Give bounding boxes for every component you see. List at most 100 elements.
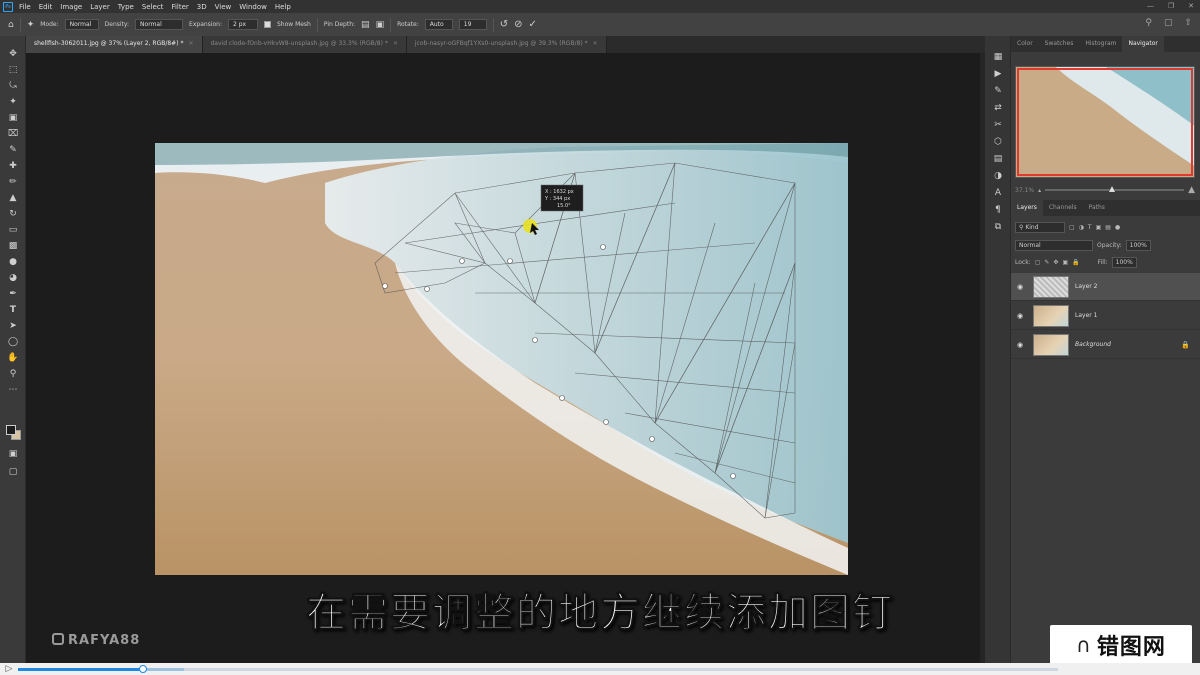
puppet-warp-tool-icon[interactable]: ✦ — [27, 20, 35, 30]
eyedropper-tool-icon[interactable]: ✎ — [0, 142, 26, 158]
remove-all-pins-icon[interactable]: ↺ — [500, 19, 508, 30]
clone-stamp-tool-icon[interactable]: ▲ — [0, 190, 26, 206]
menu-edit[interactable]: Edit — [39, 3, 53, 11]
kind-filter-select[interactable]: ⚲ Kind — [1015, 222, 1065, 233]
zoom-slider[interactable] — [1045, 186, 1185, 192]
search-icon[interactable]: ⚲ — [1145, 18, 1152, 28]
path-selection-tool-icon[interactable]: ➤ — [0, 318, 26, 334]
layer-row-layer-2[interactable]: ◉ Layer 2 — [1011, 273, 1200, 301]
tab-layers[interactable]: Layers — [1011, 200, 1043, 216]
menu-type[interactable]: Type — [118, 3, 134, 11]
filter-adjust-icon[interactable]: ◑ — [1079, 224, 1084, 231]
navigator-thumbnail[interactable] — [1015, 66, 1195, 178]
visibility-eye-icon[interactable]: ◉ — [1011, 312, 1029, 320]
layer-name[interactable]: Background — [1075, 341, 1111, 348]
rotate-select[interactable]: Auto — [424, 19, 453, 30]
close-tab-icon[interactable]: ✕ — [393, 40, 398, 47]
foreground-color-swatch[interactable] — [6, 425, 16, 435]
filter-toggle-icon[interactable]: ● — [1115, 224, 1120, 231]
properties-icon[interactable]: ⇄ — [985, 99, 1011, 116]
fill-input[interactable]: 100% — [1111, 257, 1137, 268]
crop-tool-icon[interactable]: ▣ — [0, 110, 26, 126]
show-mesh-checkbox[interactable] — [263, 21, 271, 28]
filter-shape-icon[interactable]: ▣ — [1096, 224, 1102, 231]
tool-presets-icon[interactable]: ✂ — [985, 116, 1011, 133]
blend-mode-select[interactable]: Normal — [1015, 240, 1093, 251]
progress-handle[interactable] — [138, 664, 147, 673]
pen-tool-icon[interactable]: ✒ — [0, 286, 26, 302]
menu-file[interactable]: File — [19, 3, 31, 11]
layer-row-background[interactable]: ◉ Background 🔒 — [1011, 331, 1200, 359]
lock-position-icon[interactable]: ✥ — [1053, 259, 1058, 266]
gradient-tool-icon[interactable]: ▩ — [0, 238, 26, 254]
filter-smart-icon[interactable]: ▤ — [1105, 224, 1111, 231]
layer-name[interactable]: Layer 2 — [1075, 283, 1097, 290]
tab-paths[interactable]: Paths — [1083, 200, 1111, 216]
restore-icon[interactable]: ❐ — [1168, 2, 1174, 10]
mode-select[interactable]: Normal — [64, 19, 99, 30]
close-icon[interactable]: ✕ — [1188, 2, 1194, 10]
progress-track[interactable] — [18, 664, 1058, 673]
healing-brush-tool-icon[interactable]: ✚ — [0, 158, 26, 174]
menu-view[interactable]: View — [215, 3, 232, 11]
filter-pixel-icon[interactable]: ▢ — [1069, 224, 1075, 231]
lock-paint-icon[interactable]: ✎ — [1044, 259, 1049, 266]
document-canvas[interactable]: X : 1632 px Y : 344 px 15.0° — [155, 143, 848, 575]
play-icon[interactable]: ▷ — [0, 664, 18, 674]
libraries-icon[interactable]: ▤ — [985, 150, 1011, 167]
tab-document-1[interactable]: shellfish-3062011.jpg @ 37% (Layer 2, RG… — [26, 36, 203, 53]
dodge-tool-icon[interactable]: ◕ — [0, 270, 26, 286]
quick-mask-icon[interactable]: ▣ — [0, 446, 26, 462]
close-tab-icon[interactable]: ✕ — [593, 40, 598, 47]
tab-swatches[interactable]: Swatches — [1039, 36, 1080, 52]
navigator-view-frame[interactable] — [1017, 68, 1193, 176]
brush-tool-icon[interactable]: ✏ — [0, 174, 26, 190]
lock-all-icon[interactable]: 🔒 — [1072, 259, 1079, 266]
history-icon[interactable]: ▦ — [985, 48, 1011, 65]
tab-document-2[interactable]: david clode-fOnb-vHkvW8-unsplash.jpg @ 3… — [202, 36, 407, 53]
layer-comps-icon[interactable]: ⧉ — [985, 218, 1011, 235]
tab-navigator[interactable]: Navigator — [1122, 36, 1164, 52]
opacity-input[interactable]: 100% — [1125, 240, 1151, 251]
visibility-eye-icon[interactable]: ◉ — [1011, 283, 1029, 291]
layer-row-layer-1[interactable]: ◉ Layer 1 — [1011, 302, 1200, 330]
zoom-out-icon[interactable]: ▴ — [1038, 187, 1041, 194]
zoom-value[interactable]: 37.1% — [1015, 187, 1034, 194]
lock-artboard-icon[interactable]: ▣ — [1062, 259, 1068, 266]
angle-input[interactable]: 19 — [458, 19, 487, 30]
tab-document-3[interactable]: jcob-nasyr-oGFBqf1YXs0-unsplash.jpg @ 39… — [406, 36, 607, 53]
menu-filter[interactable]: Filter — [171, 3, 188, 11]
layer-lock-icon[interactable]: 🔒 — [1181, 341, 1190, 349]
paragraph-icon[interactable]: ¶ — [985, 201, 1011, 218]
visibility-eye-icon[interactable]: ◉ — [1011, 341, 1029, 349]
history-brush-tool-icon[interactable]: ↻ — [0, 206, 26, 222]
menu-3d[interactable]: 3D — [197, 3, 207, 11]
tab-channels[interactable]: Channels — [1043, 200, 1083, 216]
home-icon[interactable]: ⌂ — [8, 20, 14, 30]
zoom-in-icon[interactable]: ▲ — [1188, 185, 1195, 195]
filter-type-icon[interactable]: T — [1088, 224, 1092, 231]
lock-pixels-icon[interactable]: ▢ — [1035, 259, 1041, 266]
pin-backward-icon[interactable]: ▣ — [376, 20, 385, 30]
3d-icon[interactable]: ⬡ — [985, 133, 1011, 150]
quick-select-tool-icon[interactable]: ✦ — [0, 94, 26, 110]
share-icon[interactable]: ⇧ — [1184, 18, 1192, 28]
menu-image[interactable]: Image — [60, 3, 82, 11]
more-tools-icon[interactable]: ⋯ — [0, 382, 26, 398]
screen-mode-icon[interactable]: ▢ — [0, 464, 26, 480]
marquee-tool-icon[interactable]: ⬚ — [0, 62, 26, 78]
menu-select[interactable]: Select — [142, 3, 164, 11]
character-icon[interactable]: A — [985, 184, 1011, 201]
lasso-tool-icon[interactable]: ⤿ — [0, 78, 26, 94]
actions-icon[interactable]: ▶ — [985, 65, 1011, 82]
cancel-icon[interactable]: ⊘ — [514, 19, 522, 30]
move-tool-icon[interactable]: ✥ — [0, 46, 26, 62]
hand-tool-icon[interactable]: ✋ — [0, 350, 26, 366]
close-tab-icon[interactable]: ✕ — [188, 40, 193, 47]
blur-tool-icon[interactable]: ● — [0, 254, 26, 270]
tab-histogram[interactable]: Histogram — [1079, 36, 1122, 52]
styles-icon[interactable]: ◑ — [985, 167, 1011, 184]
frame-tool-icon[interactable]: ⌧ — [0, 126, 26, 142]
pin-forward-icon[interactable]: ▤ — [361, 20, 370, 30]
commit-icon[interactable]: ✓ — [529, 19, 537, 30]
